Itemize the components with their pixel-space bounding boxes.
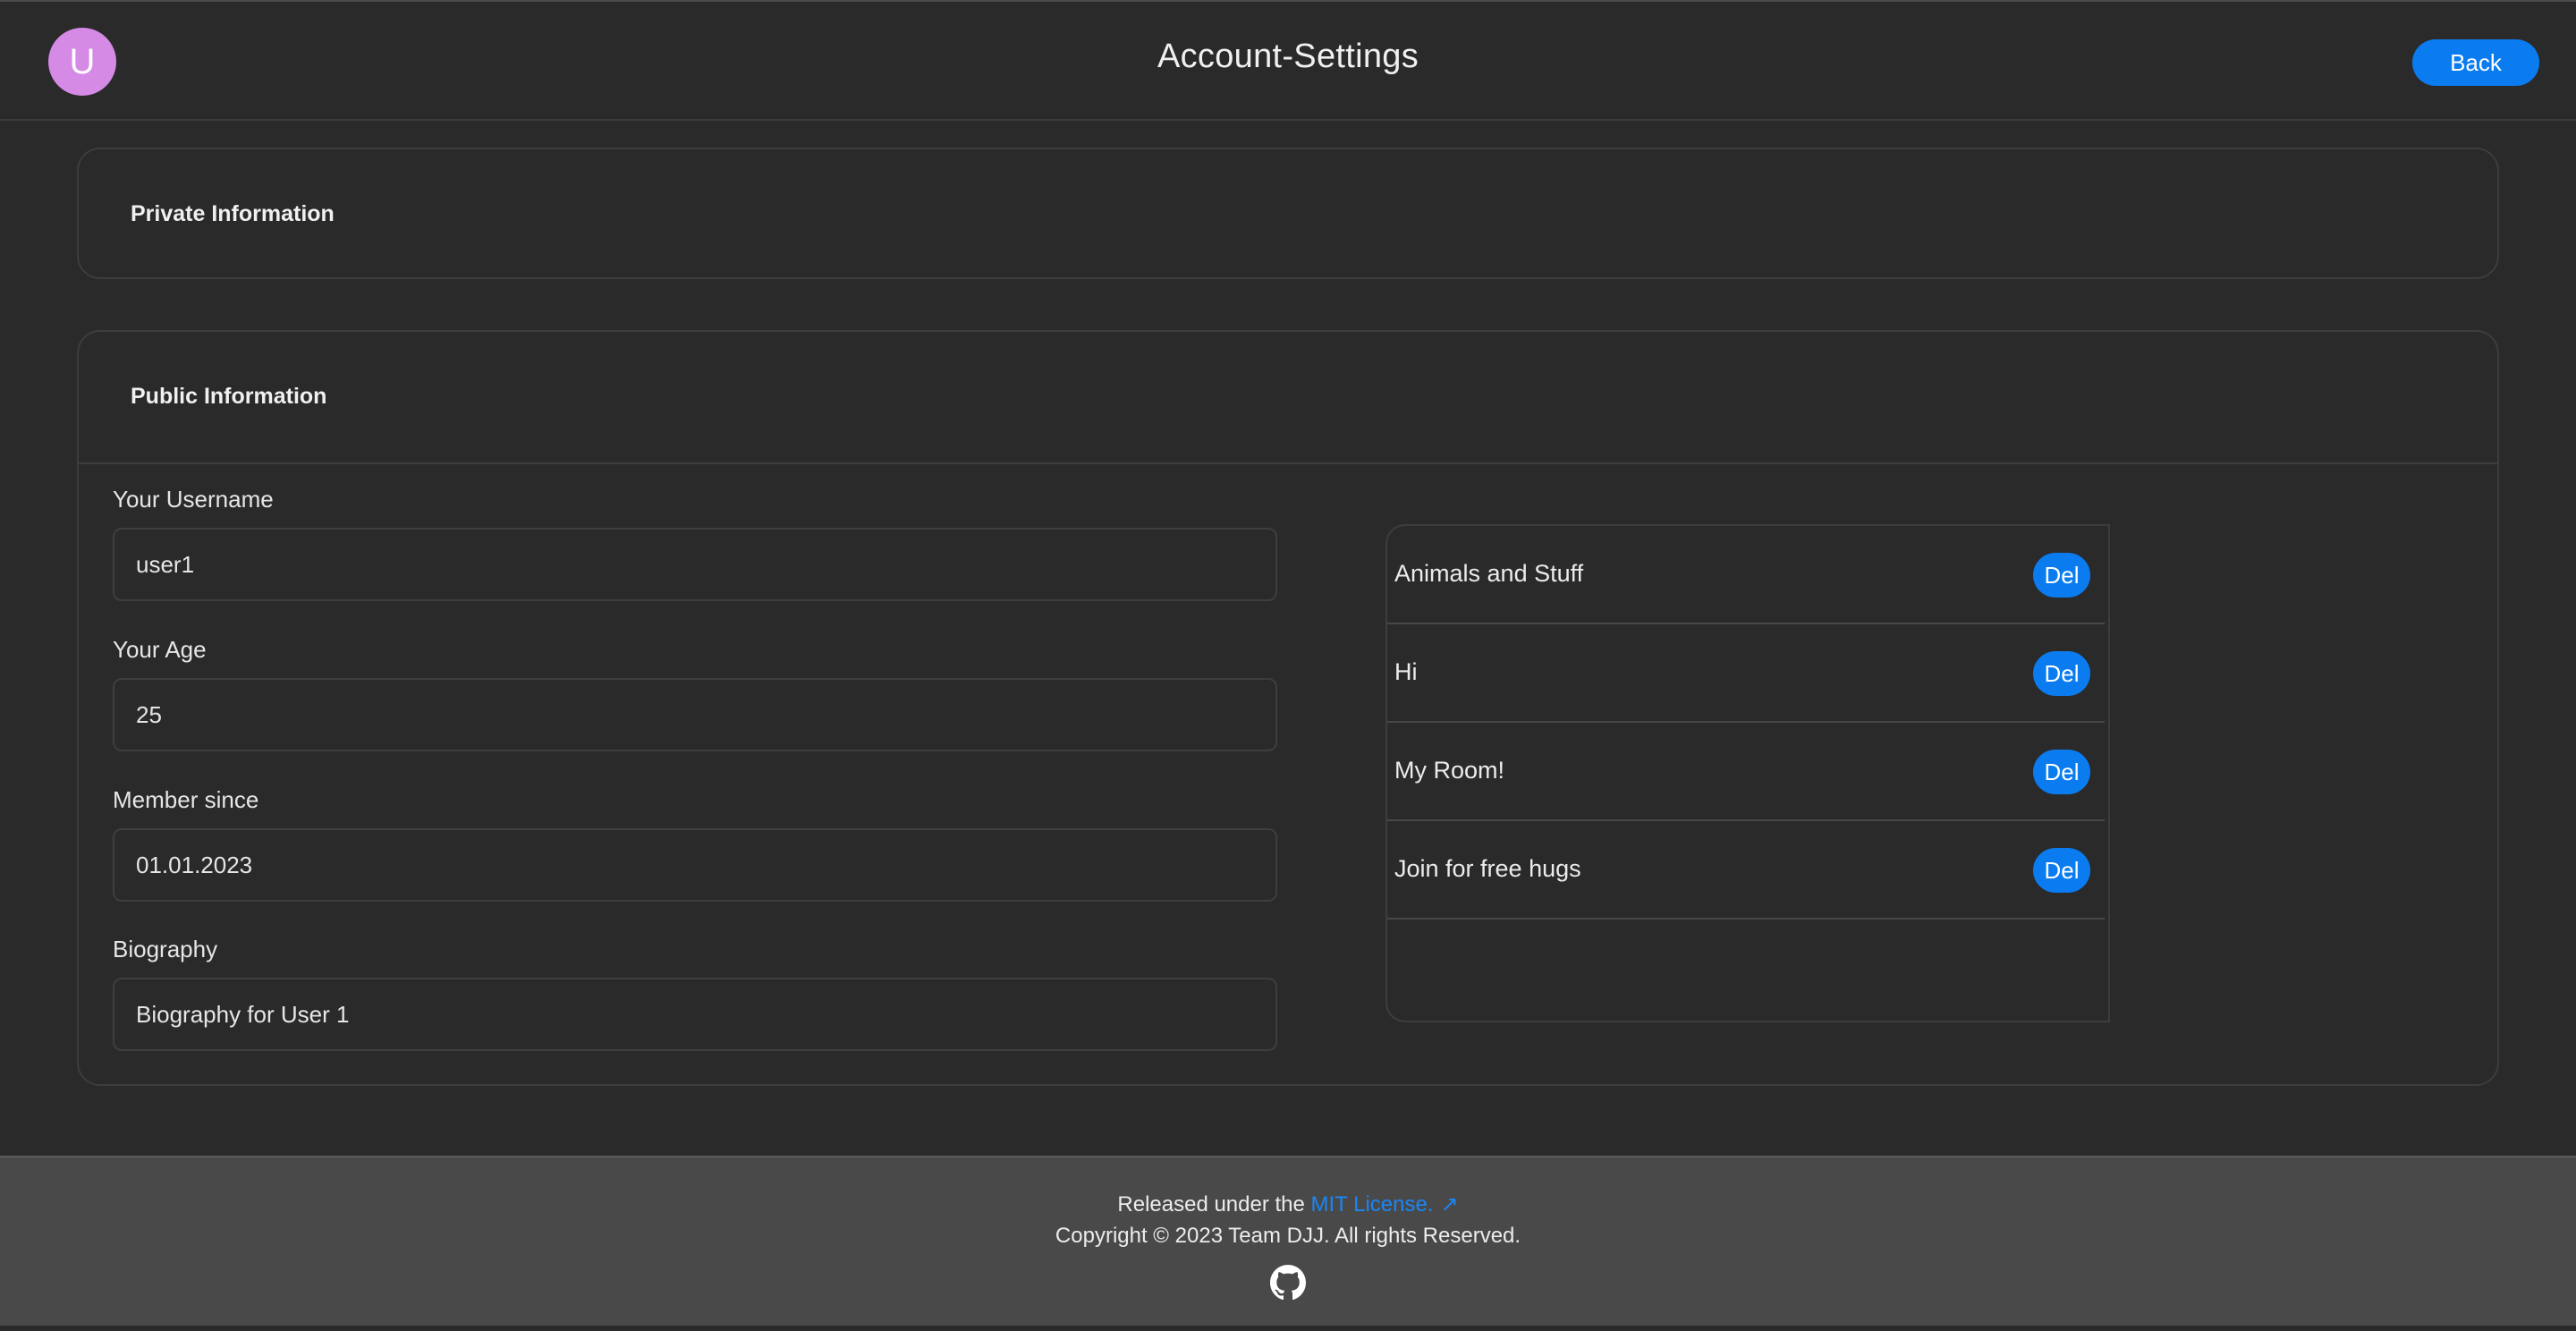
room-name: My Room! (1394, 757, 1505, 784)
room-list-item[interactable]: Join for free hugs Del (1387, 821, 2105, 920)
license-prefix: Released under the (1117, 1192, 1311, 1217)
room-name: Hi (1394, 658, 1418, 685)
public-information-card: Public Information Your Username Your Ag… (77, 330, 2499, 1086)
biography-input[interactable] (113, 978, 1277, 1051)
arrow-up-right-icon[interactable]: ↗ (1441, 1192, 1459, 1217)
username-input[interactable] (113, 528, 1277, 601)
private-information-heading[interactable]: Private Information (131, 201, 335, 227)
delete-room-button[interactable]: Del (2033, 553, 2090, 598)
mit-license-link[interactable]: MIT License. (1311, 1192, 1434, 1217)
member-since-input[interactable] (113, 828, 1277, 902)
delete-room-button[interactable]: Del (2033, 651, 2090, 696)
public-information-heading[interactable]: Public Information (131, 384, 326, 410)
age-label: Your Age (113, 636, 207, 663)
room-list-item[interactable]: Hi Del (1387, 624, 2105, 723)
card-divider (79, 462, 2497, 464)
bottom-edge (0, 1326, 2576, 1331)
page-title: Account-Settings (1157, 38, 1419, 75)
copyright-text: Copyright © 2023 Team DJJ. All rights Re… (1055, 1224, 1521, 1248)
license-line: Released under the MIT License. ↗ (0, 1191, 2576, 1217)
username-label: Your Username (113, 486, 274, 513)
github-icon[interactable] (1270, 1265, 1306, 1301)
room-list-item[interactable]: My Room! Del (1387, 723, 2105, 821)
room-list-item[interactable]: Animals and Stuff Del (1387, 526, 2105, 624)
private-information-card[interactable]: Private Information (77, 148, 2499, 279)
room-name: Animals and Stuff (1394, 560, 1584, 587)
room-name: Join for free hugs (1394, 855, 1581, 882)
biography-label: Biography (113, 936, 218, 962)
delete-room-button[interactable]: Del (2033, 750, 2090, 794)
member-since-label: Member since (113, 786, 259, 813)
delete-room-button[interactable]: Del (2033, 848, 2090, 893)
room-list[interactable]: Animals and Stuff Del Hi Del My Room! De… (1385, 524, 2110, 1022)
page-footer: Released under the MIT License. ↗ Copyrig… (0, 1156, 2576, 1326)
age-input[interactable] (113, 678, 1277, 751)
back-button[interactable]: Back (2412, 39, 2539, 86)
app-header: U Account-Settings Back (0, 2, 2576, 121)
